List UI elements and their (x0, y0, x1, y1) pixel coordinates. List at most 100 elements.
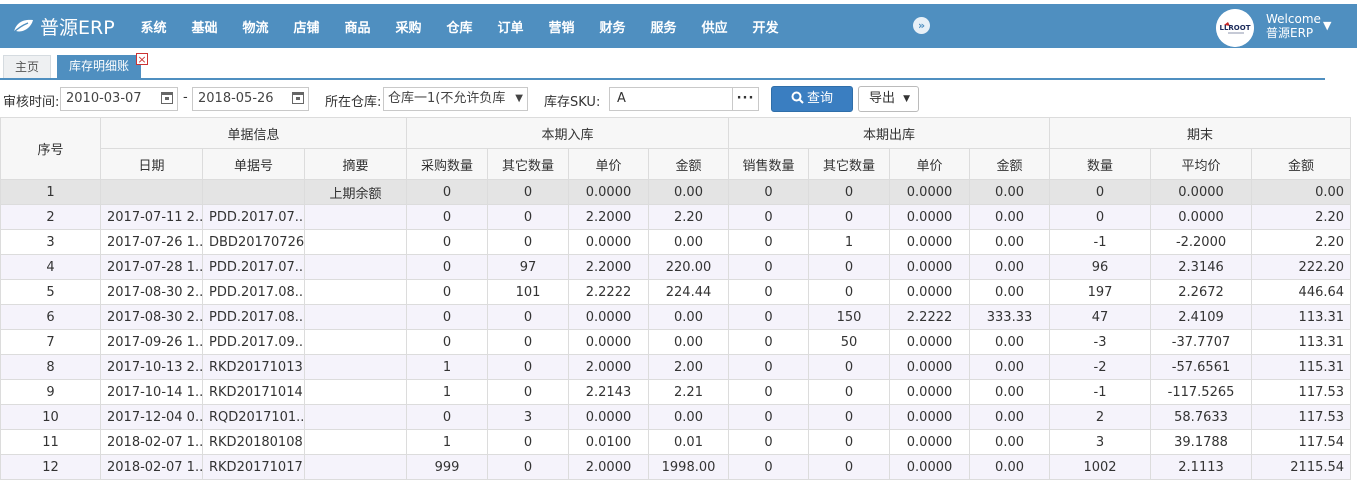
table-row[interactable]: 2 2017-07-11 2... PDD.2017.07.... 0 0 2.2000 2… (0, 204, 1352, 230)
table-cell (304, 454, 407, 480)
table-cell: -117.5265 (1150, 379, 1253, 405)
table-row[interactable]: 112018-02-07 1...RKD20180108...100.01000… (0, 429, 1352, 455)
table-row[interactable]: 10 2017-12-04 0... RQD2017101... 0 3 0.0000 0.… (0, 404, 1352, 430)
table-cell: 0.00 (969, 329, 1051, 355)
tab-home[interactable]: 主页 (3, 55, 51, 78)
nav-item-system[interactable]: 系统 (128, 17, 179, 36)
table-cell: 2017-08-30 2... (100, 279, 203, 305)
table-cell: RKD20171014... (202, 379, 305, 405)
table-cell (304, 404, 407, 430)
nav-item-marketing[interactable]: 营销 (536, 17, 587, 36)
table-cell: 0.00 (969, 429, 1051, 455)
table-cell: 2.20 (1251, 229, 1352, 255)
nav-item-store[interactable]: 店铺 (281, 17, 332, 36)
warehouse-select[interactable]: 仓库一1(不允许负库 ▼ (383, 87, 528, 111)
table-row[interactable]: 1 上期余额 0 0 0.0000 0.00 0 0 0.0000 0.00 0 0.0000 0.00 (0, 179, 1352, 205)
table-cell: -1 (1049, 379, 1152, 405)
col-header-sales-qty[interactable]: 销售数量 (728, 148, 810, 180)
nav-item-finance[interactable]: 财务 (587, 17, 638, 36)
table-cell: 0 (487, 454, 569, 480)
table-row[interactable]: 5 2017-08-30 2... PDD.2017.08.... 0 101 2.222… (0, 279, 1352, 305)
chevron-down-icon[interactable]: ▼ (1323, 19, 1331, 32)
table-cell: 117.53 (1251, 404, 1352, 430)
table-cell: DBD20170726... (202, 229, 305, 255)
table-cell: 113.31 (1251, 329, 1352, 355)
nav-item-product[interactable]: 商品 (332, 17, 383, 36)
col-header-out-unit-price[interactable]: 单价 (889, 148, 971, 180)
table-cell: 2018-02-07 1... (100, 429, 203, 455)
table-cell (304, 329, 407, 355)
col-header-seq[interactable]: 序号 (0, 117, 101, 180)
nav-item-basic[interactable]: 基础 (179, 17, 230, 36)
col-header-avg-price[interactable]: 平均价 (1150, 148, 1253, 180)
table-cell: 0 (808, 254, 891, 280)
table-row[interactable]: 32017-07-26 1...DBD20170726...000.00000.… (0, 229, 1352, 255)
col-header-out-other-qty[interactable]: 其它数量 (808, 148, 891, 180)
col-group-in: 本期入库 (405, 117, 730, 149)
col-header-end-amount[interactable]: 金额 (1251, 148, 1352, 180)
query-button[interactable]: 查询 (771, 86, 853, 112)
col-header-date[interactable]: 日期 (100, 148, 203, 180)
date-to-field[interactable]: 2018-05-26 (192, 87, 309, 111)
sku-more-button[interactable]: ··· (732, 88, 758, 110)
table-cell: 0.00 (969, 229, 1051, 255)
nav-item-logistics[interactable]: 物流 (230, 17, 281, 36)
table-cell: 446.64 (1251, 279, 1352, 305)
col-header-in-other-qty[interactable]: 其它数量 (487, 148, 569, 180)
close-icon[interactable]: × (136, 53, 148, 65)
table-cell: 2.00 (647, 354, 730, 380)
app-logo[interactable]: 普源ERP (12, 13, 115, 39)
header-group-row: 序号 单据信息 本期入库 本期出库 期末 (0, 117, 1352, 180)
calendar-icon[interactable] (292, 92, 304, 104)
nav-item-purchase[interactable]: 采购 (383, 17, 434, 36)
nav-item-develop[interactable]: 开发 (740, 17, 791, 36)
col-header-summary[interactable]: 摘要 (304, 148, 407, 180)
table-cell: 2017-08-30 2... (100, 304, 203, 330)
table-cell (304, 304, 407, 330)
table-cell: 3 (1049, 429, 1152, 455)
table-row[interactable]: 122018-02-07 1...RKD20171017...99902.000… (0, 454, 1352, 480)
table-cell: 0 (728, 454, 810, 480)
sku-input[interactable]: A ··· (609, 87, 759, 111)
table-row[interactable]: 82017-10-13 2...RKD20171013...102.00002.… (0, 354, 1352, 380)
col-header-in-amount[interactable]: 金额 (647, 148, 730, 180)
date-from-field[interactable]: 2010-03-07 (60, 87, 178, 111)
filter-bar: 审核时间: 2010-03-07 - 2018-05-26 所在仓库: 仓库一1… (0, 84, 1357, 114)
calendar-icon[interactable] (161, 92, 173, 104)
table-row[interactable]: 92017-10-14 1...RKD20171014...102.21432.… (0, 379, 1352, 405)
nav-item-warehouse[interactable]: 仓库 (434, 17, 485, 36)
chevrons-right-icon[interactable]: » (913, 17, 930, 34)
table-cell: RKD20180108... (202, 429, 305, 455)
table-cell: 0 (728, 429, 810, 455)
nav-item-supply[interactable]: 供应 (689, 17, 740, 36)
table-cell: 1 (0, 179, 101, 205)
table-row[interactable]: 7 2017-09-26 1... PDD.2017.09.... 0 0 0.0000 0… (0, 329, 1352, 355)
col-header-doc-no[interactable]: 单据号 (202, 148, 305, 180)
user-welcome[interactable]: Welcome 普源ERP (1266, 12, 1321, 40)
table-row[interactable]: 6 2017-08-30 2... PDD.2017.08.... 0 0 0.0000 0… (0, 304, 1352, 330)
audit-time-label: 审核时间: (3, 95, 60, 110)
table-cell: 0 (728, 229, 810, 255)
table-row[interactable]: 4 2017-07-28 1... PDD.2017.07.... 0 97 2.2000… (0, 254, 1352, 280)
nav-item-service[interactable]: 服务 (638, 17, 689, 36)
table-cell: 0 (406, 229, 488, 255)
query-button-label: 查询 (806, 91, 833, 106)
col-header-in-unit-price[interactable]: 单价 (568, 148, 649, 180)
table-cell (304, 254, 407, 280)
top-header: 普源ERP 系统 基础 物流 店铺 商品 采购 仓库 订单 营销 财务 服务 供… (0, 4, 1357, 48)
col-header-purchase-qty[interactable]: 采购数量 (406, 148, 488, 180)
table-cell: 0 (406, 204, 488, 230)
col-header-out-amount[interactable]: 金额 (969, 148, 1051, 180)
table-cell: 0 (808, 354, 891, 380)
table-cell: 1998.00 (647, 454, 730, 480)
export-button[interactable]: 导出 ▼ (858, 86, 919, 112)
table-cell: 0 (487, 329, 569, 355)
user-avatar[interactable]: LLROOT (1216, 9, 1254, 47)
table-cell: 220.00 (647, 254, 730, 280)
table-cell: 0.0000 (889, 229, 971, 255)
nav-item-order[interactable]: 订单 (485, 17, 536, 36)
col-header-end-qty[interactable]: 数量 (1049, 148, 1152, 180)
table-cell (304, 429, 407, 455)
tab-inventory-ledger[interactable]: 库存明细账 (57, 55, 141, 78)
table-cell: 96 (1049, 254, 1152, 280)
